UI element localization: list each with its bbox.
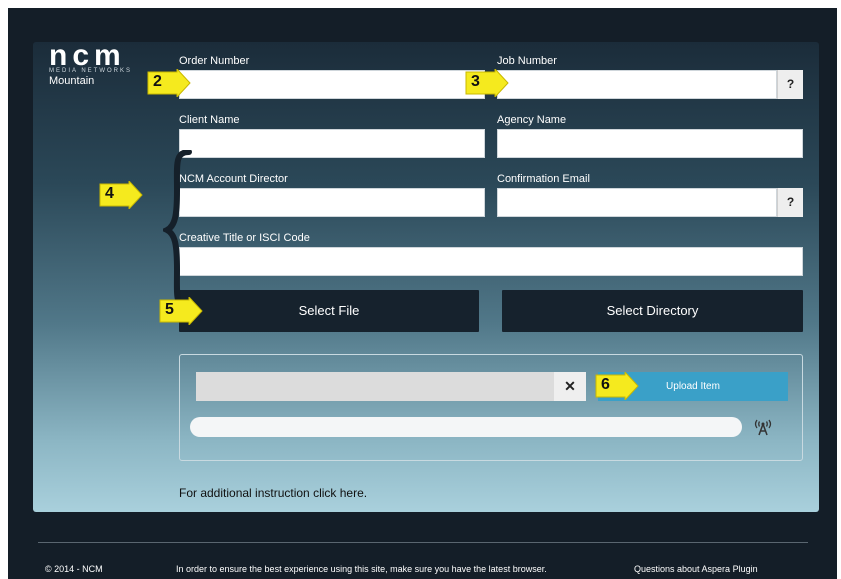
footer-copyright: © 2014 - NCM xyxy=(45,564,103,574)
account-director-input[interactable] xyxy=(179,188,485,217)
upload-form-panel: ncm MEDIA NETWORKS Mountain Order Number… xyxy=(33,39,819,512)
select-directory-button[interactable]: Select Directory xyxy=(502,290,803,332)
marker-5-label: 5 xyxy=(165,301,174,318)
creative-title-input[interactable] xyxy=(179,247,803,276)
select-file-button[interactable]: Select File xyxy=(179,290,479,332)
selected-file-field[interactable] xyxy=(196,372,554,401)
marker-2: 2 xyxy=(147,69,191,97)
ncm-logo: ncm MEDIA NETWORKS Mountain xyxy=(49,39,133,88)
marker-2-label: 2 xyxy=(153,73,162,90)
order-number-label: Order Number xyxy=(179,55,250,67)
clear-file-button[interactable]: ✕ xyxy=(554,372,586,401)
client-name-label: Client Name xyxy=(179,114,240,126)
confirmation-email-input[interactable] xyxy=(497,188,777,217)
order-number-input[interactable] xyxy=(179,70,485,99)
confirmation-email-help-button[interactable]: ? xyxy=(777,188,803,217)
logo-subtitle: MEDIA NETWORKS xyxy=(49,68,133,74)
job-number-input[interactable] xyxy=(497,70,777,99)
marker-4: 4 xyxy=(99,181,143,209)
upload-progress-bar xyxy=(190,417,742,437)
confirmation-email-label: Confirmation Email xyxy=(497,173,590,185)
instruction-link[interactable]: For additional instruction click here. xyxy=(179,486,367,500)
logo-mark: ncm xyxy=(49,39,126,72)
marker-6-label: 6 xyxy=(601,376,610,393)
broadcast-tower-icon xyxy=(752,416,774,436)
marker-3-label: 3 xyxy=(471,73,480,90)
marker-5: 5 xyxy=(159,297,203,325)
job-number-help-button[interactable]: ? xyxy=(777,70,803,99)
creative-title-label: Creative Title or ISCI Code xyxy=(179,232,310,244)
marker-3: 3 xyxy=(465,69,509,97)
client-name-input[interactable] xyxy=(179,129,485,158)
upload-box: ✕ Upload Item xyxy=(179,354,803,461)
marker-6: 6 xyxy=(595,372,639,400)
footer-divider xyxy=(38,542,808,543)
group-brace xyxy=(163,150,192,310)
agency-name-label: Agency Name xyxy=(497,114,567,126)
agency-name-input[interactable] xyxy=(497,129,803,158)
app-frame: ncm MEDIA NETWORKS Mountain Order Number… xyxy=(8,8,837,579)
location-label: Mountain xyxy=(49,75,95,87)
footer-browser-notice: In order to ensure the best experience u… xyxy=(176,564,547,574)
marker-4-label: 4 xyxy=(105,185,114,202)
aspera-help-link[interactable]: Questions about Aspera Plugin xyxy=(634,564,758,574)
account-director-label: NCM Account Director xyxy=(179,173,288,185)
job-number-label: Job Number xyxy=(497,55,557,67)
